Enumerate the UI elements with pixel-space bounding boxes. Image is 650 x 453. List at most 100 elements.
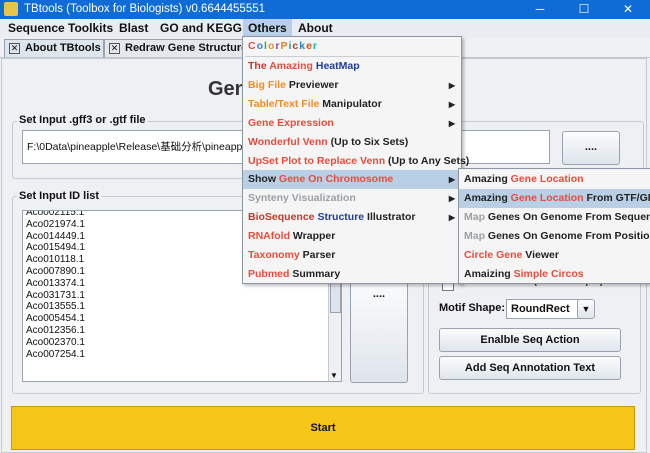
others-menu-item[interactable]: Big File Previewer ▶ <box>243 76 461 95</box>
submenu-arrow-icon: ▶ <box>448 213 455 223</box>
menu-item-text: Parser <box>302 249 336 261</box>
menu-item-text: Genes On Genome From Position Inf <box>487 229 650 242</box>
app-icon <box>4 2 18 16</box>
title-bar: TBtools (Toolbox for Biologists) v0.6644… <box>0 0 650 19</box>
menu-item-text: Synteny Visualization <box>248 192 356 205</box>
tab-about-tbtools[interactable]: ✕ About TBtools <box>4 39 104 57</box>
menu-item-color-picker[interactable]: ColorPicker <box>243 37 461 56</box>
menu-item-text: Map <box>464 210 488 223</box>
tab-close-icon[interactable]: ✕ <box>9 43 20 54</box>
menu-go-kegg[interactable]: GO and KEGG <box>155 19 247 37</box>
add-seq-annotation-button[interactable]: Add Seq Annotation Text <box>439 356 621 380</box>
submenu-item[interactable]: Amazing Gene Location <box>459 170 650 189</box>
others-menu-item[interactable]: The Amazing HeatMap <box>243 57 461 76</box>
menu-item-text: Pubmed <box>248 267 293 280</box>
id-list-item[interactable]: Aco002370.1 <box>23 337 328 349</box>
gff-group-label: Set Input .gff3 or .gtf file <box>17 114 148 126</box>
menu-about[interactable]: About <box>293 19 338 37</box>
enable-seq-action-button[interactable]: Enalble Seq Action <box>439 328 621 352</box>
id-list-item[interactable]: Aco013555.1 <box>23 301 328 313</box>
submenu-arrow-icon: ▶ <box>448 99 455 109</box>
scrollbar-thumb[interactable] <box>330 283 341 313</box>
menu-item-text: HeatMap <box>315 60 360 72</box>
others-menu-item[interactable]: Table/Text File Manipulator ▶ <box>243 95 461 114</box>
id-group-label: Set Input ID list <box>17 190 102 202</box>
menu-item-text: Gene Location <box>510 191 587 204</box>
submenu-item[interactable]: Amaizing Simple Circos <box>459 265 650 284</box>
id-list-item[interactable]: Aco012356.1 <box>23 325 328 337</box>
menu-item-text: Previewer <box>288 78 339 91</box>
scroll-down-icon[interactable]: ▼ <box>330 371 338 380</box>
submenu-item[interactable]: Map Genes On Genome From Sequence F <box>459 208 650 227</box>
menu-sequence-toolkits[interactable]: Sequence Toolkits <box>3 19 118 37</box>
color-picker-letter: o <box>256 40 265 52</box>
menu-item-text: Big File <box>248 78 289 91</box>
menu-blast[interactable]: Blast <box>114 19 153 37</box>
submenu-item[interactable]: Amazing Gene Location From GTF/GFF <box>459 188 650 208</box>
maximize-button[interactable]: ☐ <box>562 0 606 19</box>
menu-item-text: Viewer <box>525 248 559 261</box>
menu-item-text: (Up to Six Sets) <box>330 135 409 148</box>
menu-item-text: RNAfold <box>248 230 293 243</box>
others-menu-item[interactable]: Pubmed Summary <box>243 265 461 284</box>
tab-label: About TBtools <box>25 42 101 54</box>
submenu-item[interactable]: Circle Gene Viewer <box>459 246 650 265</box>
tab-label: Redraw Gene Structure (f <box>125 42 258 54</box>
menu-item-text: Wonderful Venn <box>248 135 331 148</box>
gene-on-chromosome-submenu: Amazing Gene Location Amazing Gene Locati… <box>458 168 650 284</box>
minimize-button[interactable]: ─ <box>518 0 562 19</box>
others-menu-item[interactable]: Gene Expression ▶ <box>243 114 461 133</box>
submenu-item[interactable]: Map Genes On Genome From Position Inf <box>459 227 650 246</box>
others-menu-item[interactable]: UpSet Plot to Replace Venn (Up to Any Se… <box>243 152 469 171</box>
motif-shape-select[interactable]: RoundRect <box>506 299 582 319</box>
tab-close-icon[interactable]: ✕ <box>109 43 120 54</box>
menu-item-text: Amazing <box>464 191 511 204</box>
menu-item-text: Genes On Genome From Sequence F <box>487 210 650 223</box>
menu-item-text: (Up to Any Sets) <box>388 154 470 167</box>
motif-shape-label: Motif Shape: <box>439 302 505 314</box>
menu-item-text: Show <box>248 173 279 186</box>
id-list-item[interactable]: Aco007254.1 <box>23 349 328 361</box>
others-menu-item[interactable]: RNAfold Wrapper <box>243 227 461 246</box>
color-picker-letter: C <box>248 40 257 52</box>
menu-item-text: Circle Gene <box>464 248 526 261</box>
close-button[interactable]: ✕ <box>606 0 650 19</box>
others-menu-item[interactable]: Taxonomy Parser <box>243 246 461 265</box>
color-picker-letter: e <box>306 40 313 52</box>
window-title: TBtools (Toolbox for Biologists) v0.6644… <box>24 3 266 15</box>
gff-browse-button[interactable]: .... <box>562 131 620 165</box>
menu-item-text: Amazing <box>269 60 316 72</box>
menu-item-text: Simple Circos <box>513 267 584 280</box>
submenu-arrow-icon: ▶ <box>448 194 455 204</box>
menu-item-text: UpSet Plot to Replace Venn <box>248 154 389 167</box>
submenu-arrow-icon: ▶ <box>448 80 455 90</box>
chevron-down-icon[interactable]: ▼ <box>577 299 595 319</box>
menu-others[interactable]: Others <box>243 19 292 37</box>
menu-item-text: Gene Location <box>510 173 584 185</box>
menu-item-text: Map <box>464 229 488 242</box>
menu-item-text: BioSequence <box>248 211 318 224</box>
start-button[interactable]: Start <box>11 406 635 450</box>
menu-item-text: Taxonomy <box>248 249 303 261</box>
menu-item-text: From GTF/GFF <box>586 191 650 204</box>
id-list-item[interactable]: Aco005454.1 <box>23 313 328 325</box>
others-menu-item[interactable]: Synteny Visualization ▶ <box>243 189 461 208</box>
menu-item-text: Table/Text File <box>248 97 323 110</box>
submenu-arrow-icon: ▶ <box>448 175 455 185</box>
others-menu-item[interactable]: Show Gene On Chromosome ▶ <box>243 170 461 190</box>
menu-item-text: Amaizing <box>464 267 514 280</box>
menu-item-text: The <box>248 60 270 72</box>
menu-item-text: Gene On Chromosome <box>278 173 394 186</box>
others-menu-item[interactable]: BioSequence Structure Illustrator ▶ <box>243 208 461 227</box>
submenu-arrow-icon: ▶ <box>448 118 455 128</box>
id-browse-button[interactable]: .... <box>350 278 408 383</box>
id-list-item[interactable]: Aco031731.1 <box>23 290 328 302</box>
others-menu-item[interactable]: Wonderful Venn (Up to Six Sets) <box>243 133 461 152</box>
menu-item-text: Manipulator <box>322 97 382 110</box>
menu-item-text: Wrapper <box>292 230 336 243</box>
menu-item-text: Gene Expression <box>248 116 334 129</box>
menu-item-text: Summary <box>292 267 341 280</box>
others-menu: ColorPicker The Amazing HeatMap Big File … <box>242 36 469 284</box>
color-picker-letter: r <box>312 40 319 52</box>
menu-item-text: Structure <box>317 211 368 224</box>
